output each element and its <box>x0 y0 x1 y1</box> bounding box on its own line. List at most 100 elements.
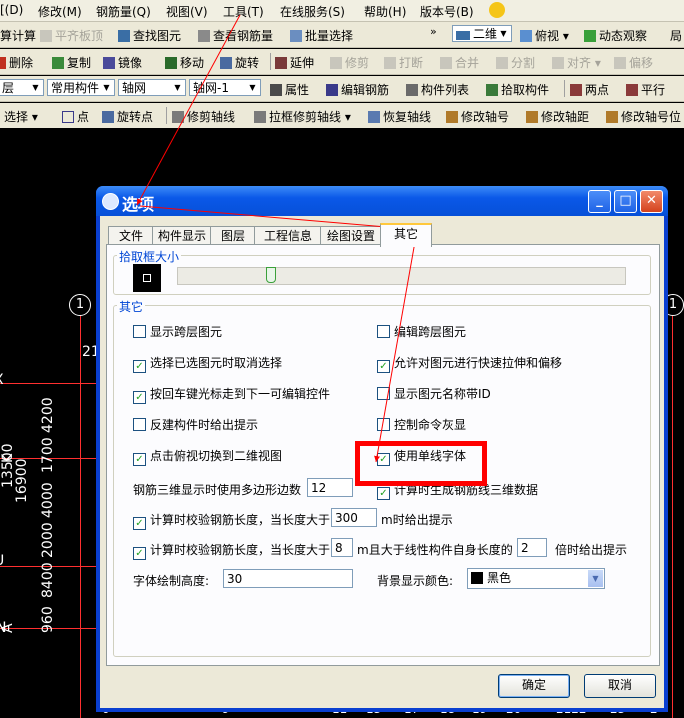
option-checkbox-left-0[interactable]: 显示跨层图元 <box>133 323 222 340</box>
trim-button[interactable]: 修剪 <box>330 54 369 71</box>
pick-size-slider[interactable] <box>266 267 277 283</box>
modify-axis-distance-button[interactable]: 修改轴距 <box>526 108 589 125</box>
check-length-2-input[interactable]: 8 <box>331 538 353 557</box>
2d-view-icon <box>456 31 470 40</box>
modify-axis-number-button[interactable]: 修改轴号 <box>446 108 509 125</box>
split-button[interactable]: 分割 <box>496 54 535 71</box>
cancel-button[interactable]: 取消 <box>584 674 656 698</box>
align-slab-top-button[interactable]: 平齐板顶 <box>40 27 103 44</box>
option-checkbox-left-2[interactable]: ✓ 按回车键光标走到下一可编辑控件 <box>133 385 330 404</box>
extend-button[interactable]: 延伸 <box>275 54 314 71</box>
option-checkbox-label: 按回车键光标走到下一可编辑控件 <box>150 387 331 401</box>
option-checkbox-left-3[interactable]: 反建构件时给出提示 <box>133 416 258 433</box>
axis-type-combo[interactable]: 轴网 ▼ <box>118 79 186 96</box>
component-type-combo[interactable]: 常用构件 ▼ <box>47 79 115 96</box>
floor-combo[interactable]: 层 ▼ <box>0 79 44 96</box>
menu-online-service[interactable]: 在线服务(S) <box>280 3 345 20</box>
rotate-point-button[interactable]: 旋转点 <box>102 108 153 125</box>
two-points-button[interactable]: 两点 <box>570 81 609 98</box>
close-icon[interactable]: ✕ <box>640 190 663 213</box>
menu-help[interactable]: 帮助(H) <box>364 3 406 20</box>
checkbox-box: ✓ <box>133 391 146 404</box>
check-length-2-checkbox[interactable]: ✓ 计算时校验钢筋长度，当长度大于 <box>133 541 330 560</box>
menu-draw[interactable]: [(D) <box>0 3 23 17</box>
check-length-1-input[interactable]: 300 <box>331 508 377 527</box>
dynamic-observe-button[interactable]: 动态观察 <box>584 27 647 44</box>
font-height-input[interactable]: 30 <box>223 569 353 588</box>
minimize-icon[interactable]: _ <box>588 190 611 213</box>
pick-component-button[interactable]: 拾取构件 <box>486 81 549 98</box>
local-view-button[interactable]: 局 <box>670 27 682 44</box>
orbit-icon <box>584 30 596 42</box>
component-list-button[interactable]: 构件列表 <box>406 81 469 98</box>
chevron-down-icon: ▼ <box>249 83 256 92</box>
break-icon <box>384 57 396 69</box>
move-button[interactable]: 移动 <box>165 54 204 71</box>
mirror-icon <box>103 57 115 69</box>
toolbar-main: 算计算 平齐板顶 查找图元 查看钢筋量 批量选择 » 二维 ▼ 俯视 ▾ 动态观察… <box>0 22 684 48</box>
menu-rebar[interactable]: 钢筋量(Q) <box>96 3 151 20</box>
merge-button[interactable]: 合并 <box>440 54 479 71</box>
chevron-down-icon: ▼ <box>32 83 39 92</box>
select-button[interactable]: 选择 ▾ <box>4 108 38 125</box>
axis-instance-combo[interactable]: 轴网-1 ▼ <box>189 79 261 96</box>
point-icon <box>62 111 74 123</box>
properties-button[interactable]: 属性 <box>270 81 309 98</box>
view-mode-combo[interactable]: 二维 ▼ <box>452 25 512 42</box>
rotate-button[interactable]: 旋转 <box>220 54 259 71</box>
top-view-button[interactable]: 俯视 ▾ <box>520 27 569 44</box>
mirror-button[interactable]: 镜像 <box>103 54 142 71</box>
bg-color-select[interactable]: 黑色 ▼ <box>467 568 605 589</box>
check-length-1-checkbox[interactable]: ✓ 计算时校验钢筋长度，当长度大于 <box>133 511 330 530</box>
align-button[interactable]: 对齐 ▾ <box>552 54 601 71</box>
toolbar-axis: 选择 ▾ 点 旋转点 修剪轴线 拉框修剪轴线 ▾ 恢复轴线 修改轴号 修改轴距 … <box>0 103 684 129</box>
option-checkbox-right-3[interactable]: 控制命令灰显 <box>377 416 466 433</box>
batch-select-button[interactable]: 批量选择 <box>290 27 353 44</box>
break-button[interactable]: 打断 <box>384 54 423 71</box>
option-checkbox-right-1[interactable]: ✓ 允许对图元进行快速拉伸和偏移 <box>377 354 562 373</box>
polygon-edges-input[interactable]: 12 <box>307 478 353 497</box>
option-checkbox-label: 反建构件时给出提示 <box>150 418 259 432</box>
menu-modify[interactable]: 修改(M) <box>38 3 82 20</box>
restore-axis-button[interactable]: 恢复轴线 <box>368 108 431 125</box>
dialog-titlebar[interactable]: 选项 _ □ ✕ <box>96 186 668 216</box>
find-element-button[interactable]: 查找图元 <box>118 27 181 44</box>
trim-axis-button[interactable]: 修剪轴线 <box>172 108 235 125</box>
tab-other[interactable]: 其它 <box>380 223 432 247</box>
pick-icon <box>486 84 498 96</box>
copy-button[interactable]: 复制 <box>52 54 91 71</box>
toolbar-component: 层 ▼ 常用构件 ▼ 轴网 ▼ 轴网-1 ▼ 属性 编辑钢筋 构件列表 拾取构件 两点 … <box>0 76 684 102</box>
delete-button[interactable]: 删除 <box>0 54 33 71</box>
menu-version[interactable]: 版本号(B) <box>420 3 474 20</box>
menu-view[interactable]: 视图(V) <box>166 3 208 20</box>
parallel-button[interactable]: 平行 <box>626 81 665 98</box>
tab-drawing-settings[interactable]: 绘图设置 <box>320 226 382 245</box>
chevron-down-icon[interactable]: ▼ <box>588 570 603 587</box>
tab-component-display[interactable]: 构件显示 <box>152 226 212 245</box>
option-checkbox-right-2[interactable]: 显示图元名称带ID <box>377 385 491 402</box>
box-trim-axis-button[interactable]: 拉框修剪轴线 ▾ <box>254 108 351 125</box>
menu-tools[interactable]: 工具(T) <box>223 3 264 20</box>
split-icon <box>496 57 508 69</box>
edit-rebar-button[interactable]: 编辑钢筋 <box>326 81 389 98</box>
tab-file[interactable]: 文件 <box>108 226 154 245</box>
calculate-button[interactable]: 算计算 <box>0 27 36 44</box>
option-checkbox-left-1[interactable]: ✓ 选择已选图元时取消选择 <box>133 354 282 373</box>
check-length-2-ratio-input[interactable]: 2 <box>517 538 547 557</box>
checkbox-box: ✓ <box>133 360 146 373</box>
dimension-text: 13500 <box>0 443 16 488</box>
tab-layers[interactable]: 图层 <box>210 226 256 245</box>
offset-button[interactable]: 偏移 <box>614 54 653 71</box>
ok-button[interactable]: 确定 <box>498 674 570 698</box>
helper-avatar-icon[interactable] <box>489 2 505 18</box>
tab-project-info[interactable]: 工程信息 <box>254 226 322 245</box>
modify-axis-position-button[interactable]: 修改轴号位 <box>606 108 681 125</box>
maximize-icon[interactable]: □ <box>614 190 637 213</box>
toolbar-overflow-chevron-icon[interactable]: » <box>430 25 437 38</box>
option-checkbox-left-4[interactable]: ✓ 点击俯视切换到二维视图 <box>133 447 282 466</box>
point-button[interactable]: 点 <box>62 108 89 125</box>
axis-label-left-u: U <box>0 553 4 569</box>
option-checkbox-right-0[interactable]: 编辑跨层图元 <box>377 323 466 340</box>
option-checkbox-label: 控制命令灰显 <box>394 418 467 432</box>
view-rebar-qty-button[interactable]: 查看钢筋量 <box>198 27 273 44</box>
